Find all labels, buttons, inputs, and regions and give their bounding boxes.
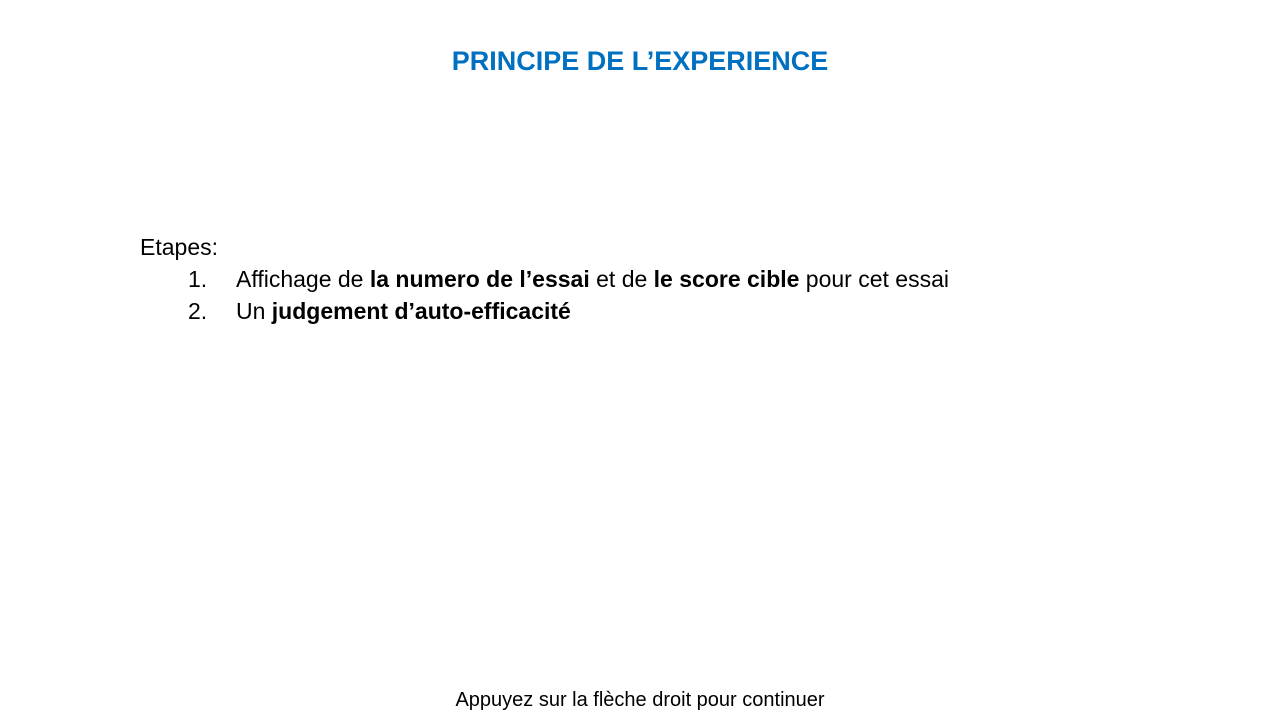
step-text-bold: le score cible: [653, 266, 800, 292]
step-number: 2.: [188, 298, 208, 324]
slide: PRINCIPE DE L’EXPERIENCE Etapes: 1. Affi…: [0, 0, 1280, 720]
step-text-part: Un: [236, 298, 272, 324]
step-text: Affichage de la numero de l’essai et de …: [236, 265, 949, 293]
step-text-part: pour cet essai: [799, 266, 950, 292]
step-text: Un judgement d’auto-efficacité: [236, 297, 571, 325]
continue-instruction: Appuyez sur la flèche droit pour continu…: [455, 689, 825, 711]
step-text-bold: la numero de l’essai: [369, 266, 590, 292]
step-text-part: Affichage de: [236, 266, 370, 292]
step-text-part: et de: [589, 266, 654, 292]
slide-title: PRINCIPE DE L’EXPERIENCE: [451, 46, 829, 76]
step-number: 1.: [188, 266, 208, 292]
steps-heading: Etapes:: [140, 234, 218, 260]
step-text-bold: judgement d’auto-efficacité: [271, 298, 571, 324]
